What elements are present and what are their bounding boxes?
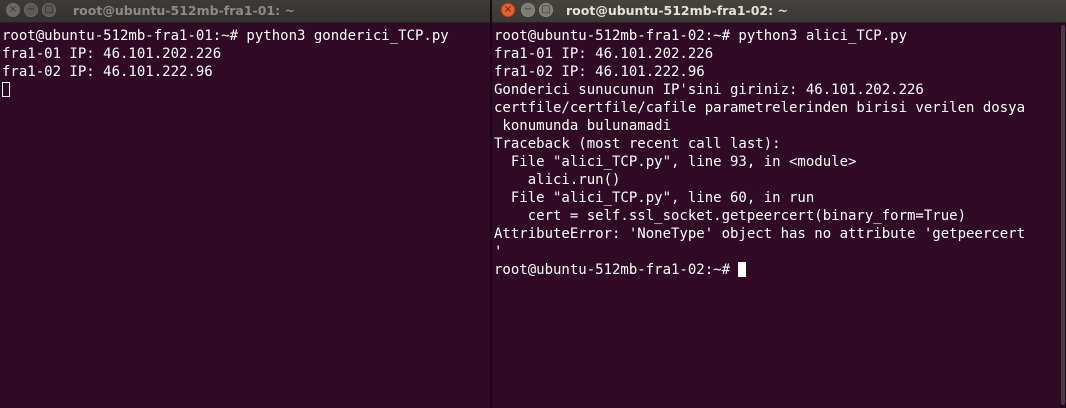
terminal-line: fra1-01 IP: 46.101.202.226 <box>494 46 714 62</box>
terminal-line: fra1-01 IP: 46.101.202.226 <box>2 46 222 62</box>
terminal-cursor <box>738 262 747 277</box>
terminal-output[interactable]: root@ubuntu-512mb-fra1-01:~# python3 gon… <box>0 23 490 99</box>
shell-prompt: root@ubuntu-512mb-fra1-02:~# <box>494 262 739 278</box>
terminal-output[interactable]: root@ubuntu-512mb-fra1-02:~# python3 ali… <box>492 23 1066 279</box>
window-title: root@ubuntu-512mb-fra1-02: ~ <box>566 3 788 18</box>
maximize-icon[interactable]: □ <box>539 3 553 17</box>
terminal-cursor <box>2 82 10 97</box>
terminal-line: Traceback (most recent call last): <box>494 136 781 152</box>
terminal-line: alici.run() <box>494 172 621 188</box>
cursor-line <box>2 81 490 99</box>
minimize-icon[interactable]: − <box>24 3 38 17</box>
terminal-line: cert = self.ssl_socket.getpeercert(binar… <box>494 208 967 224</box>
terminal-line: Gonderici sunucunun IP'sini giriniz: 46.… <box>494 82 924 98</box>
terminal-line: root@ubuntu-512mb-fra1-01:~# python3 gon… <box>2 28 449 44</box>
scrollbar[interactable] <box>1060 23 1066 408</box>
scrollbar-thumb[interactable] <box>1061 25 1065 405</box>
terminal-line: root@ubuntu-512mb-fra1-02:~# python3 ali… <box>494 28 908 44</box>
maximize-icon[interactable]: □ <box>42 3 56 17</box>
minimize-icon[interactable]: − <box>521 3 535 17</box>
window-title: root@ubuntu-512mb-fra1-01: ~ <box>73 3 295 18</box>
close-icon[interactable]: × <box>501 3 515 17</box>
terminal-line: File "alici_TCP.py", line 60, in run <box>494 190 815 206</box>
terminal-line: fra1-02 IP: 46.101.222.96 <box>2 64 213 80</box>
terminal-window-fra1-02[interactable]: × − □ root@ubuntu-512mb-fra1-02: ~ root@… <box>492 0 1066 408</box>
terminal-line: AttributeError: 'NoneType' object has no… <box>494 226 1026 242</box>
titlebar[interactable]: × − □ root@ubuntu-512mb-fra1-01: ~ <box>0 0 490 23</box>
close-icon[interactable]: × <box>6 3 20 17</box>
terminal-line: konumunda bulunamadi <box>494 118 672 134</box>
terminal-line: File "alici_TCP.py", line 93, in <module… <box>494 154 857 170</box>
terminal-window-fra1-01[interactable]: × − □ root@ubuntu-512mb-fra1-01: ~ root@… <box>0 0 490 408</box>
terminal-line: fra1-02 IP: 46.101.222.96 <box>494 64 705 80</box>
titlebar[interactable]: × − □ root@ubuntu-512mb-fra1-02: ~ <box>492 0 1066 23</box>
prompt-line: root@ubuntu-512mb-fra1-02:~# <box>494 261 1066 279</box>
terminal-line: ' <box>494 244 503 260</box>
terminal-line: certfile/certfile/cafile parametrelerind… <box>494 100 1026 116</box>
